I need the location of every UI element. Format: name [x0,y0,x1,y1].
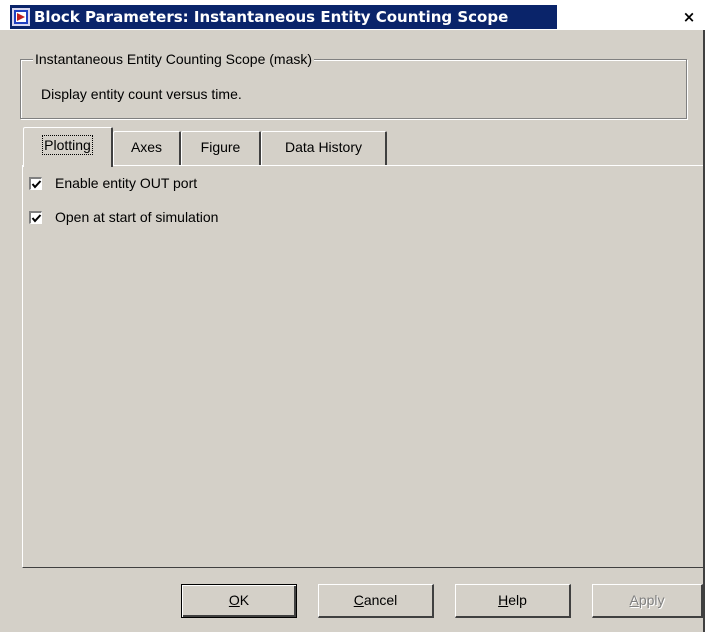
enable-out-port-checkbox[interactable] [29,177,42,190]
cancel-mnemonic: C [353,592,364,608]
block-parameters-dialog: Block Parameters: Instantaneous Entity C… [0,0,705,632]
tab-axes[interactable]: Axes [113,131,181,165]
mask-description: Display entity count versus time. [41,86,242,102]
help-button[interactable]: Help [455,584,571,618]
simulink-block-icon [12,8,30,26]
help-label-rest: elp [508,592,527,608]
help-mnemonic: H [498,592,509,608]
window-title: Block Parameters: Instantaneous Entity C… [34,8,509,26]
ok-mnemonic: O [228,592,240,608]
checkbox-label: Open at start of simulation [55,209,219,225]
apply-mnemonic: A [629,592,639,608]
cancel-label-rest: ancel [363,592,398,608]
checkmark-icon [31,180,42,189]
tab-panel [22,165,705,568]
tab-label: Figure [200,139,241,155]
tab-label: Plotting [42,135,93,155]
ok-label-rest: K [239,592,250,608]
tab-label: Data History [284,139,363,155]
title-bar[interactable]: Block Parameters: Instantaneous Entity C… [0,0,705,30]
close-button[interactable]: × [679,9,699,27]
tab-figure[interactable]: Figure [181,131,261,165]
ok-button[interactable]: OK [181,584,297,618]
close-icon: × [682,8,696,26]
apply-label-rest: pply [638,592,665,608]
apply-button[interactable]: Apply [592,584,703,618]
tab-plotting[interactable]: Plotting [23,127,113,167]
tab-data-history[interactable]: Data History [261,131,387,165]
checkmark-icon [31,214,42,223]
checkbox-label: Enable entity OUT port [55,175,198,191]
group-legend: Instantaneous Entity Counting Scope (mas… [33,49,315,69]
cancel-button[interactable]: Cancel [318,584,434,618]
open-at-start-checkbox[interactable] [29,211,42,224]
tab-label: Axes [130,139,163,155]
